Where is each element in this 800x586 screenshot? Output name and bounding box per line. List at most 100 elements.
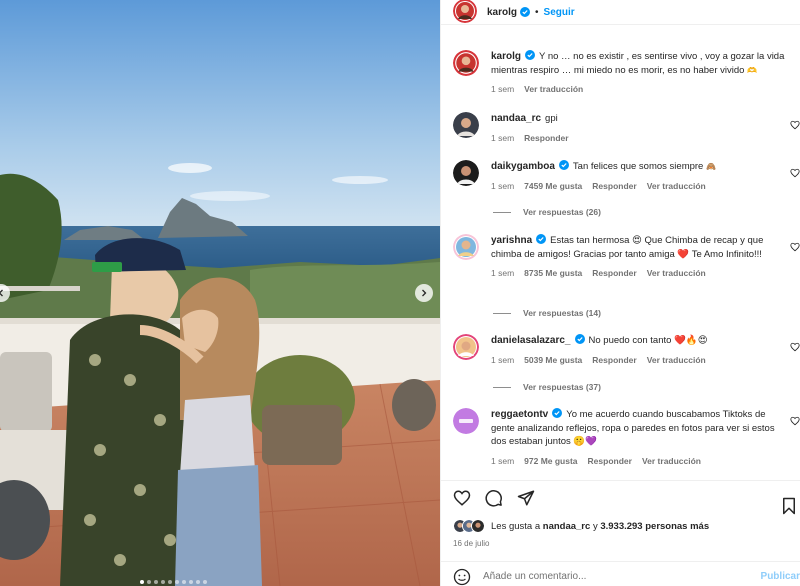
commenter-avatar[interactable]	[453, 234, 479, 260]
comment-body: danielasalazarc_ No puedo con tanto ❤️🔥😍 …	[491, 334, 791, 367]
chevron-right-icon	[422, 289, 427, 297]
verified-badge-icon	[536, 234, 547, 244]
comment-username[interactable]: yarishna	[491, 235, 532, 246]
caption-username[interactable]: karolg	[491, 51, 521, 62]
author-avatar[interactable]	[453, 50, 479, 76]
comment-username[interactable]: reggaetontv	[491, 409, 548, 420]
heart-icon[interactable]	[790, 168, 800, 178]
comment-icon[interactable]	[485, 489, 503, 507]
heart-icon[interactable]	[790, 342, 800, 352]
comment-username[interactable]: daikygamboa	[491, 161, 555, 172]
comment-text: No puedo con tanto ❤️🔥😍	[588, 335, 708, 346]
carousel-dot	[203, 580, 207, 584]
carousel-dot	[196, 580, 200, 584]
view-replies-label: Ver respuestas (14)	[523, 308, 601, 318]
bookmark-icon[interactable]	[780, 497, 798, 515]
replies-divider	[493, 312, 511, 314]
comment-item: daikygamboa Tan felices que somos siempre…	[453, 160, 800, 193]
comment-body: yarishna Estas tan hermosa 😍 Que Chimba d…	[491, 234, 791, 281]
comment-meta: 1 sem Responder	[491, 132, 791, 146]
translate-link[interactable]: Ver traducción	[647, 267, 706, 281]
view-replies-button[interactable]: Ver respuestas (14)	[493, 308, 601, 318]
liker-avatars	[453, 519, 485, 533]
instagram-post: karolg • Seguir karolg Y no … no es exist…	[0, 0, 800, 586]
reply-button[interactable]: Responder	[592, 180, 636, 194]
translate-link[interactable]: Ver traducción	[647, 354, 706, 368]
carousel-dot	[189, 580, 193, 584]
translate-link[interactable]: Ver traducción	[647, 180, 706, 194]
likes-first-user[interactable]: nandaa_rc	[543, 521, 591, 532]
comment-time[interactable]: 1 sem	[491, 455, 514, 469]
verified-badge-icon	[520, 7, 531, 17]
comment-likes[interactable]: 972 Me gusta	[524, 455, 577, 469]
add-comment-bar: Publicar	[441, 561, 800, 586]
carousel-dot	[182, 580, 186, 584]
reply-button[interactable]: Responder	[588, 455, 632, 469]
emoji-icon[interactable]	[453, 568, 471, 586]
comment-time[interactable]: 1 sem	[491, 354, 514, 368]
commenter-avatar[interactable]	[453, 334, 479, 360]
comment-time[interactable]: 1 sem	[491, 180, 514, 194]
carousel-dot	[147, 580, 151, 584]
comment-meta: 1 sem 972 Me gusta Responder Ver traducc…	[491, 455, 791, 469]
comment-item: reggaetontv Yo me acuerdo cuando buscabam…	[453, 408, 800, 468]
comment-time[interactable]: 1 sem	[491, 267, 514, 281]
comment-likes[interactable]: 8735 Me gusta	[524, 267, 582, 281]
view-replies-button[interactable]: Ver respuestas (26)	[493, 207, 601, 217]
photo-scene	[0, 0, 440, 586]
translate-link[interactable]: Ver traducción	[642, 455, 701, 469]
share-icon[interactable]	[517, 489, 535, 507]
heart-icon[interactable]	[790, 120, 800, 130]
separator-dot: •	[535, 6, 539, 18]
author-avatar[interactable]	[453, 0, 477, 23]
post-sidebar: karolg • Seguir karolg Y no … no es exist…	[440, 0, 800, 586]
comment-likes[interactable]: 5039 Me gusta	[524, 354, 582, 368]
carousel-indicator	[140, 580, 207, 584]
publish-button[interactable]: Publicar	[761, 571, 800, 582]
comment-meta: 1 sem 8735 Me gusta Responder Ver traduc…	[491, 267, 791, 281]
likes-prefix: Les gusta a	[491, 520, 541, 532]
carousel-dot	[161, 580, 165, 584]
reply-button[interactable]: Responder	[524, 132, 568, 146]
view-replies-button[interactable]: Ver respuestas (37)	[493, 382, 601, 392]
comment-likes[interactable]: 7459 Me gusta	[524, 180, 582, 194]
chevron-left-icon	[0, 289, 3, 297]
comment-body: daikygamboa Tan felices que somos siempre…	[491, 160, 791, 193]
replies-divider	[493, 386, 511, 388]
comment-time[interactable]: 1 sem	[491, 132, 514, 146]
comment-item: yarishna Estas tan hermosa 😍 Que Chimba d…	[453, 234, 800, 281]
post-image[interactable]	[0, 0, 440, 586]
heart-icon[interactable]	[790, 416, 800, 426]
carousel-dot	[175, 580, 179, 584]
heart-icon[interactable]	[790, 242, 800, 252]
commenter-avatar[interactable]	[453, 160, 479, 186]
translate-link[interactable]: Ver traducción	[524, 83, 583, 97]
action-bar	[453, 489, 800, 515]
likes-middle: y	[592, 520, 598, 532]
comment-input[interactable]	[483, 571, 743, 582]
comment-username[interactable]: nandaa_rc	[491, 113, 541, 124]
author-username[interactable]: karolg	[487, 7, 517, 18]
comment-text: Tan felices que somos siempre	[572, 161, 704, 172]
heart-icon[interactable]	[453, 489, 471, 507]
commenter-avatar[interactable]	[453, 408, 479, 434]
verified-badge-icon	[525, 50, 536, 60]
comment-meta: 1 sem 7459 Me gusta Responder Ver traduc…	[491, 180, 791, 194]
reply-button[interactable]: Responder	[592, 267, 636, 281]
comment-username[interactable]: danielasalazarc_	[491, 335, 571, 346]
carousel-next-button[interactable]	[415, 284, 433, 302]
likes-summary[interactable]: Les gusta a nandaa_rc y 3.933.293 person…	[453, 519, 709, 533]
comment-body: nandaa_rc gpi 1 sem Responder	[491, 112, 791, 145]
comment-body: reggaetontv Yo me acuerdo cuando buscabam…	[491, 408, 791, 468]
post-date[interactable]: 16 de julio	[453, 539, 489, 548]
view-replies-label: Ver respuestas (26)	[523, 207, 601, 217]
comment-emoji: 🙈	[705, 162, 716, 171]
caption-time[interactable]: 1 sem	[491, 83, 514, 97]
likes-count[interactable]: 3.933.293 personas más	[600, 521, 709, 532]
caption-body: karolg Y no … no es existir , es sentirse…	[491, 50, 791, 97]
commenter-avatar[interactable]	[453, 112, 479, 138]
reply-button[interactable]: Responder	[592, 354, 636, 368]
follow-button[interactable]: Seguir	[544, 7, 575, 18]
liker-avatar	[471, 519, 485, 533]
caption: karolg Y no … no es existir , es sentirse…	[453, 50, 800, 97]
